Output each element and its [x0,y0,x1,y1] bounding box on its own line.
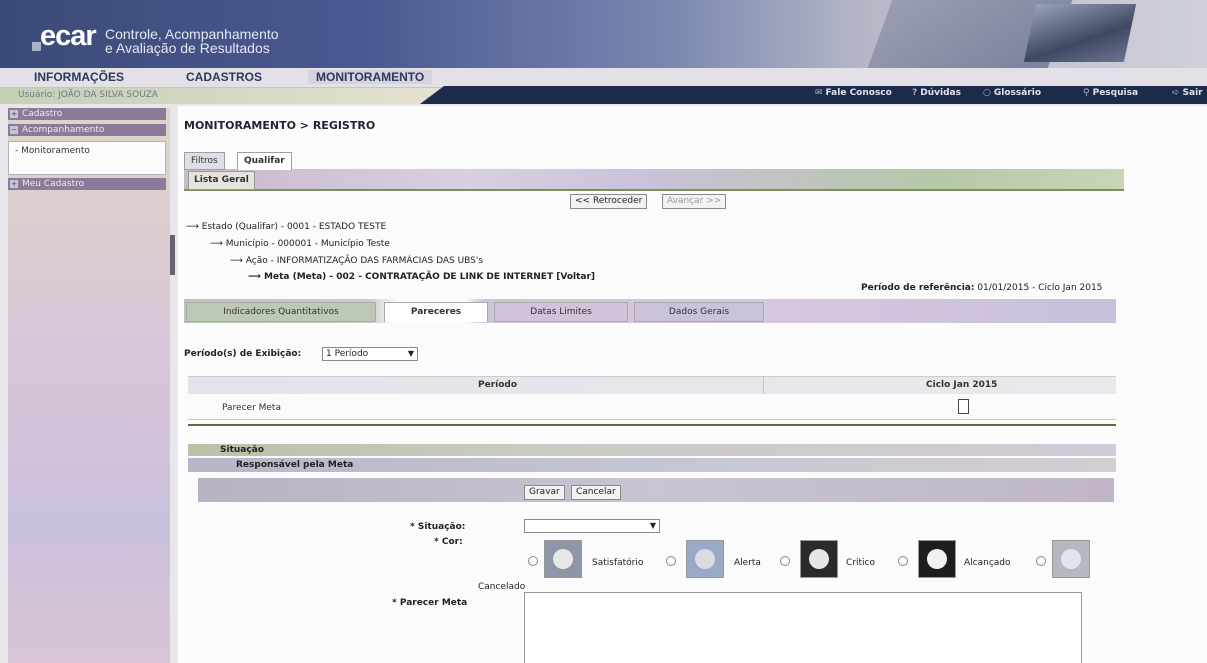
situacao-section: Situação [188,444,1116,456]
tab-content-bar [184,169,1124,191]
alerta-label: Alerta [734,558,761,568]
row-parecer-meta: Parecer Meta [222,403,281,413]
table-row: Parecer Meta [188,396,1116,420]
menu-informacoes[interactable]: INFORMAÇÕES [34,70,124,84]
top-links: ✉ Fale Conosco ? Dúvidas ○ Glossário ⚲ Pesqu… [420,86,1207,104]
mail-icon: ✉ [815,88,823,98]
gravar-button[interactable]: Gravar [524,485,565,500]
cancelar-button[interactable]: Cancelar [571,485,621,500]
main-menu: INFORMAÇÕES CADASTROS MONITORAMENTO [0,68,1207,88]
periodos-select[interactable]: 1 Período ▼ [322,347,418,361]
cancelado-label: Cancelado [478,582,526,592]
tab-qualifar[interactable]: Qualifar [237,152,292,170]
situacao-select[interactable]: ▼ [524,519,660,533]
tree-meta: ⟶ Meta (Meta) - 002 - CONTRATAÇÃO DE LIN… [248,272,596,282]
app-subtitle-line2: e Avaliação de Resultados [105,40,270,56]
tab-datas-limites[interactable]: Datas Limites [494,302,628,322]
tree-acao[interactable]: ⟶ Ação - INFORMATIZAÇÃO DAS FARMÁCIAS DA… [230,256,483,266]
sidebar-link-monitoramento[interactable]: - Monitoramento [15,146,90,156]
responsavel-section: Responsável pela Meta [188,458,1116,472]
chevron-down-icon: ▼ [649,521,656,530]
situacao-label: * Situação: [410,522,466,532]
satisfatorio-label: Satisfatório [592,558,644,568]
chevron-down-icon: ▼ [407,349,414,358]
user-name: Usuário: JOÃO DA SILVA SOUZA [18,90,158,100]
alerta-icon [686,540,724,578]
tree-estado[interactable]: ⟶ Estado (Qualifar) - 0001 - ESTADO TEST… [186,222,386,232]
link-glossario[interactable]: ○ Glossário [983,88,1041,98]
parecer-meta-label: * Parecer Meta [392,598,468,608]
app-subtitle-line1: Controle, Acompanhamento [105,26,279,42]
cor-label: * Cor: [434,537,463,547]
radio-cancelado[interactable] [1036,556,1046,566]
search-icon: ⚲ [1083,88,1090,98]
radio-critico[interactable] [780,556,790,566]
expand-icon: + [10,110,18,118]
critico-icon [800,540,838,578]
satisfatorio-icon [544,540,582,578]
app-logo[interactable]: ecar [40,20,97,53]
collapse-icon: − [10,126,18,134]
grid-bottom-border [188,424,1116,426]
grid-col-ciclo: Ciclo Jan 2015 [926,380,998,390]
menu-cadastros[interactable]: CADASTROS [186,70,262,84]
main-content: MONITORAMENTO > REGISTRO Filtros Qualifa… [178,106,1207,663]
parecer-checkbox[interactable] [958,399,969,414]
sidebar-subpanel: - Monitoramento [8,141,166,175]
sidebar-item-cadastro[interactable]: + Cadastro [8,108,166,120]
link-fale-conosco[interactable]: ✉ Fale Conosco [815,88,892,98]
exit-icon: ➪ [1172,88,1180,98]
link-sair[interactable]: ➪ Sair [1172,88,1203,98]
periodo-referencia: Período de referência: 01/01/2015 - Cicl… [861,283,1103,293]
help-icon: ? [912,88,918,98]
critico-label: Crítico [846,558,875,568]
sidebar-item-acompanhamento[interactable]: − Acompanhamento [8,124,166,136]
avancar-button[interactable]: Avançar >> [662,194,727,209]
radio-alerta[interactable] [666,556,676,566]
grid-divider [763,376,764,394]
sidebar: + Cadastro − Acompanhamento - Monitorament… [8,108,170,663]
lista-geral-button[interactable]: Lista Geral [188,171,255,190]
breadcrumb: MONITORAMENTO > REGISTRO [184,119,376,132]
sidebar-resize-handle[interactable] [170,235,175,275]
expand-icon: + [10,180,18,188]
tab-pareceres[interactable]: Pareceres [384,302,488,322]
link-duvidas[interactable]: ? Dúvidas [912,88,961,98]
retroceder-button[interactable]: << Retroceder [570,194,648,209]
sidebar-item-meu-cadastro[interactable]: + Meu Cadastro [8,178,166,190]
tab-filtros[interactable]: Filtros [184,152,225,170]
book-icon: ○ [983,88,991,98]
voltar-link[interactable]: [Voltar] [556,272,595,282]
app-subtitle: Controle, Acompanhamento e Avaliação de … [105,27,279,55]
menu-monitoramento[interactable]: MONITORAMENTO [308,70,433,84]
grid-header: Período Ciclo Jan 2015 [188,376,1116,394]
action-bar [198,478,1114,502]
periodos-label: Período(s) de Exibição: [184,349,302,359]
app-header: ecar Controle, Acompanhamento e Avaliaçã… [0,0,1207,68]
header-photo [1023,4,1137,62]
thumbs-up-icon [918,540,956,578]
grid-col-periodo: Período [478,380,518,390]
radio-satisfatorio[interactable] [528,556,538,566]
alcancado-label: Alcançado [964,558,1011,568]
tab-dados-gerais[interactable]: Dados Gerais [634,302,764,322]
tree-municipio[interactable]: ⟶ Município - 000001 - Município Teste [210,239,390,249]
cancel-x-icon [1052,540,1090,578]
link-pesquisa[interactable]: ⚲ Pesquisa [1083,88,1138,98]
parecer-meta-textarea[interactable] [524,592,1082,663]
radio-alcancado[interactable] [898,556,908,566]
tab-indicadores-quantitativos[interactable]: Indicadores Quantitativos [186,302,376,322]
